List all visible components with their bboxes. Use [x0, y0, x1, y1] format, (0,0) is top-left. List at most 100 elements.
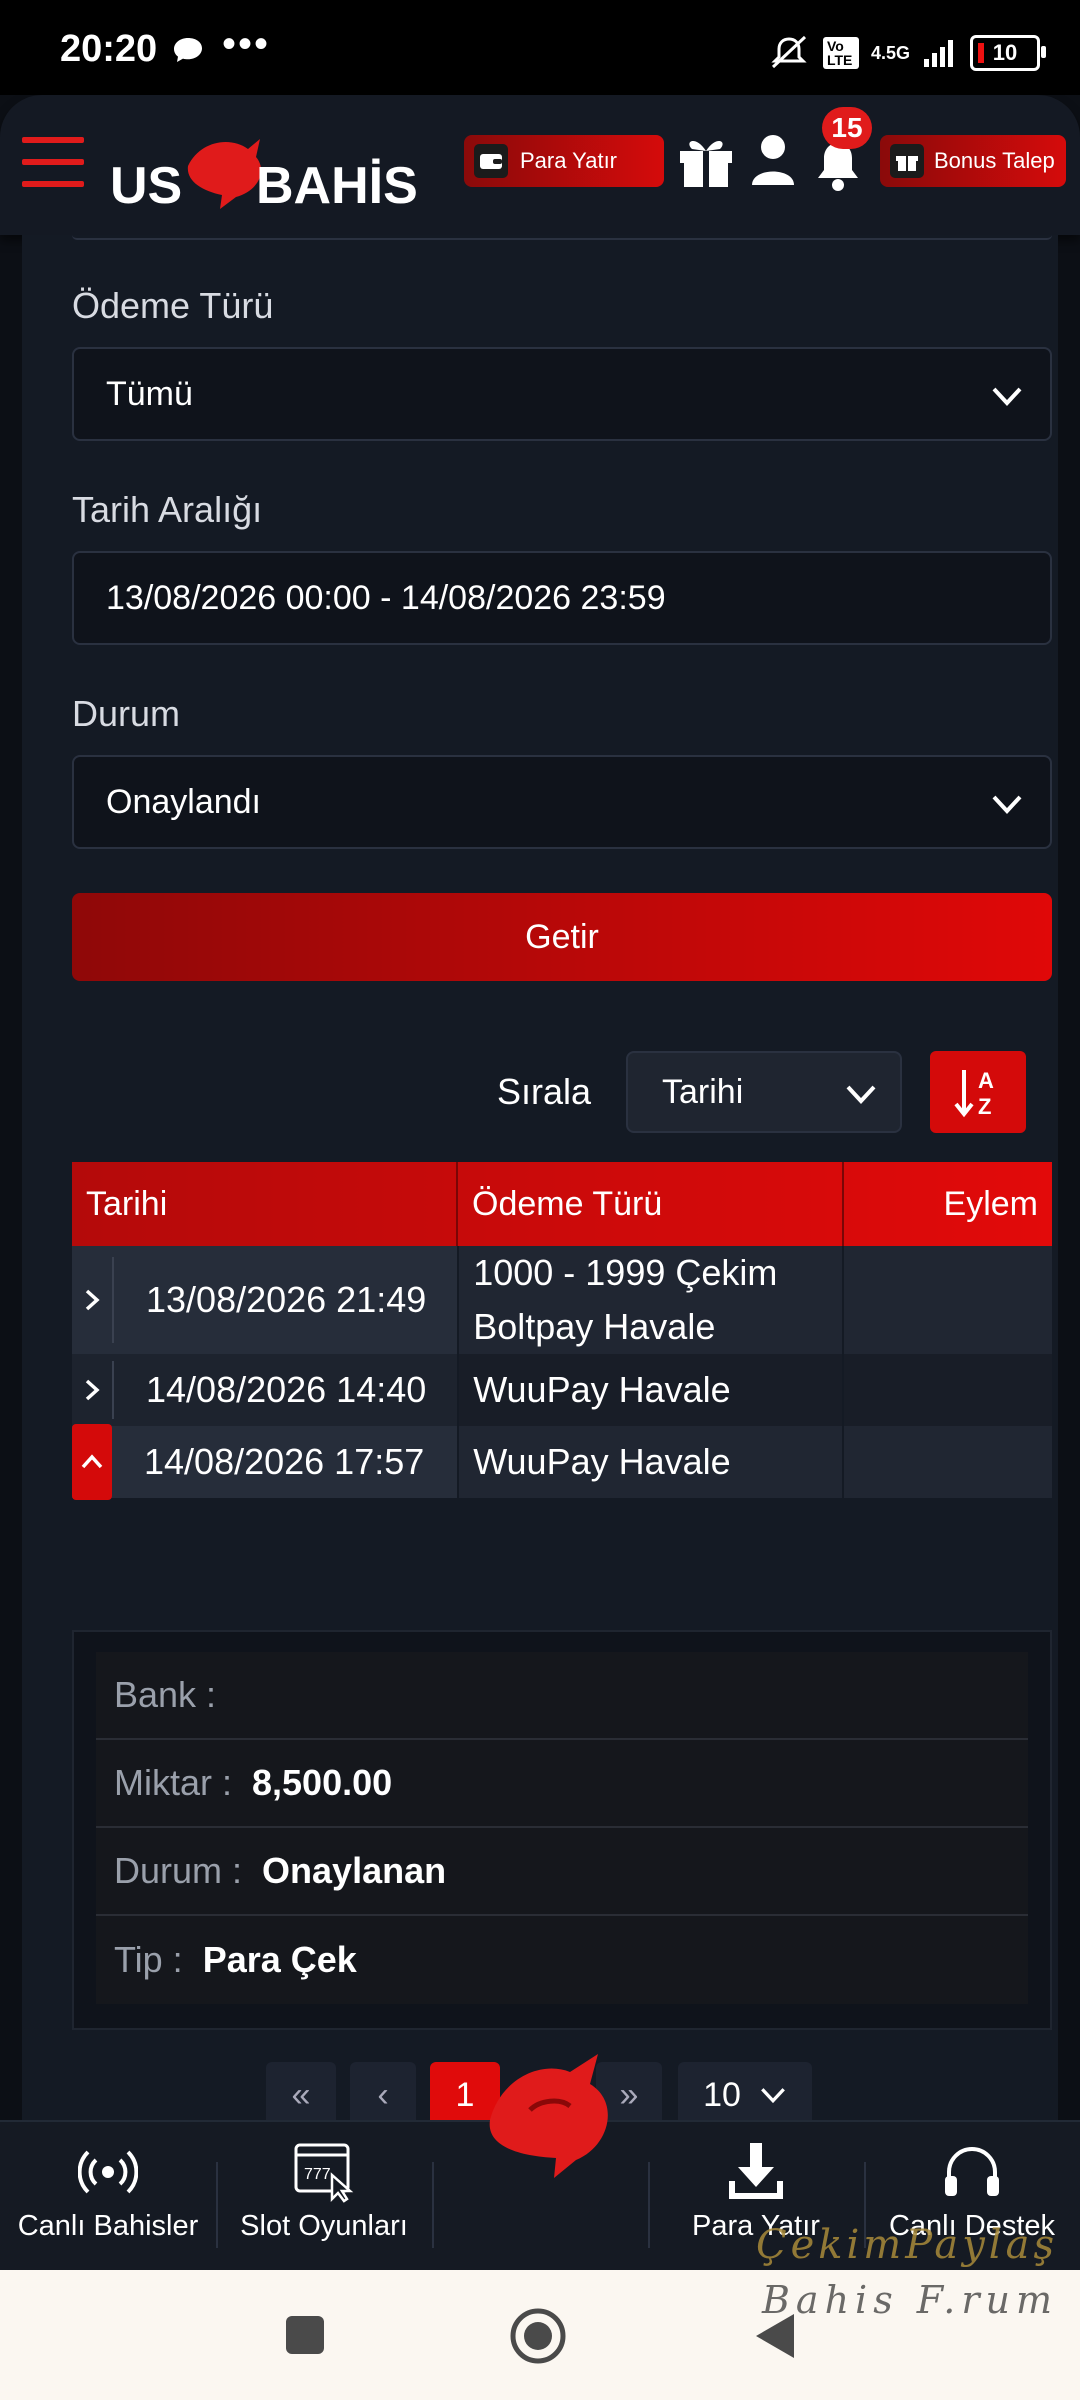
- mute-vibrate-icon: [771, 35, 807, 69]
- deposit-button[interactable]: Para Yatır: [464, 135, 664, 187]
- app-header: US BAHİS Para Yatır 15 Bonus Talep: [0, 95, 1080, 235]
- detail-type-value: Para Çek: [202, 1939, 357, 1980]
- detail-type: Tip : Para Çek: [96, 1916, 1028, 2004]
- row-action: [842, 1354, 1052, 1426]
- slot-machine-icon: 777: [294, 2143, 354, 2203]
- bonus-request-button[interactable]: Bonus Talep: [880, 135, 1066, 187]
- battery-icon: 10: [970, 35, 1046, 71]
- detail-bank-label: Bank :: [114, 1674, 217, 1715]
- first-page-button[interactable]: «: [266, 2062, 336, 2128]
- wallet-icon: [474, 144, 508, 178]
- gift-icon[interactable]: [676, 133, 736, 189]
- status-value: Onaylandı: [106, 782, 261, 821]
- fetch-button[interactable]: Getir: [72, 893, 1052, 981]
- payment-type-select[interactable]: Tümü: [72, 347, 1052, 441]
- nav-slot-games-label: Slot Oyunları: [240, 2210, 408, 2242]
- row-date: 13/08/2026 21:49: [146, 1279, 427, 1320]
- svg-text:US: US: [110, 157, 182, 211]
- table-header: Tarihi Ödeme Türü Eylem: [72, 1162, 1052, 1246]
- row-action: [842, 1426, 1052, 1498]
- network-type: 4.5G: [870, 43, 910, 63]
- home-button[interactable]: [508, 2306, 568, 2366]
- row-payment-type-line1: 1000 - 1999 Çekim: [473, 1252, 778, 1293]
- user-icon[interactable]: [750, 133, 796, 187]
- bonus-request-label: Bonus Talep: [934, 148, 1055, 173]
- status-select[interactable]: Onaylandı: [72, 755, 1052, 849]
- date-range-input[interactable]: 13/08/2026 00:00 - 14/08/2026 23:59: [72, 551, 1052, 645]
- table-row-expanded[interactable]: 14/08/2026 17:57 WuuPay Havale: [72, 1424, 1052, 1500]
- sort-az-icon: A Z: [954, 1068, 994, 1119]
- transaction-history-panel: Ödeme Türü Tümü Tarih Aralığı 13/08/2026…: [22, 235, 1058, 2120]
- watermark-line2: Bahis F.rum: [762, 2278, 1058, 2322]
- transaction-detail-panel: Bank : Miktar : 8,500.00 Durum : Onaylan…: [72, 1630, 1052, 2030]
- prev-page-button[interactable]: ‹: [350, 2062, 416, 2128]
- row-payment-type-line2: Boltpay Havale: [473, 1306, 716, 1347]
- expand-row-button[interactable]: [72, 1354, 112, 1426]
- volte-indicator: Vo LTE: [822, 37, 859, 69]
- clock: 20:20: [60, 28, 158, 70]
- detail-amount-value: 8,500.00: [252, 1762, 393, 1803]
- row-action: [842, 1246, 1052, 1354]
- detail-amount: Miktar : 8,500.00: [96, 1740, 1028, 1828]
- row-payment-type: WuuPay Havale: [457, 1426, 842, 1498]
- status-icons: Vo LTE 4.5G 10: [767, 28, 1046, 78]
- chevron-down-icon: [992, 387, 1022, 406]
- chevron-up-icon: [81, 1454, 103, 1469]
- sort-value: Tarihi: [662, 1072, 744, 1111]
- detail-bank: Bank :: [96, 1652, 1028, 1740]
- watermark-line1: ÇekimPaylaş: [756, 2222, 1058, 2268]
- chevron-right-icon: [85, 1289, 100, 1311]
- chevron-down-icon: [760, 2088, 785, 2104]
- table-row[interactable]: 14/08/2026 14:40 WuuPay Havale: [72, 1354, 1052, 1426]
- collapse-row-button[interactable]: [72, 1424, 112, 1500]
- detail-status: Durum : Onaylanan: [96, 1828, 1028, 1916]
- nav-slot-games[interactable]: 777 Slot Oyunları: [216, 2122, 432, 2272]
- row-payment-type: 1000 - 1999 Çekim Boltpay Havale: [457, 1246, 842, 1354]
- menu-icon[interactable]: [22, 137, 84, 189]
- detail-type-label: Tip :: [114, 1939, 183, 1980]
- chevron-down-icon: [846, 1085, 876, 1104]
- recents-button[interactable]: [286, 2316, 324, 2354]
- column-header-payment-type[interactable]: Ödeme Türü: [458, 1162, 844, 1246]
- live-broadcast-icon: [78, 2150, 138, 2194]
- battery-level: 10: [992, 40, 1018, 65]
- nav-divider: [432, 2162, 434, 2248]
- gift-small-icon: [890, 144, 924, 178]
- previous-field-edge: [72, 235, 1052, 240]
- transactions-table: Tarihi Ödeme Türü Eylem 13/08/2026 21:49…: [72, 1162, 1052, 1500]
- svg-text:Z: Z: [978, 1094, 991, 1119]
- page-size-value: 10: [703, 2075, 741, 2114]
- row-date: 14/08/2026 14:40: [146, 1369, 427, 1410]
- detail-amount-label: Miktar :: [114, 1762, 233, 1803]
- sort-label: Sırala: [497, 1071, 592, 1112]
- date-range-label: Tarih Aralığı: [72, 489, 263, 530]
- column-header-date[interactable]: Tarihi: [72, 1162, 458, 1246]
- nav-live-bets[interactable]: Canlı Bahisler: [0, 2122, 216, 2272]
- chat-notification-icon: [174, 38, 202, 62]
- download-icon: [729, 2143, 783, 2199]
- sort-direction-button[interactable]: A Z: [930, 1051, 1026, 1133]
- table-row[interactable]: 13/08/2026 21:49 1000 - 1999 Çekim Boltp…: [72, 1246, 1052, 1354]
- status-bar: 20:20 ••• Vo LTE 4.5G 10: [0, 0, 1080, 95]
- chevron-down-icon: [992, 795, 1022, 814]
- page-size-select[interactable]: 10: [678, 2062, 812, 2128]
- detail-status-value: Onaylanan: [262, 1850, 447, 1891]
- expand-row-button[interactable]: [72, 1246, 112, 1354]
- sort-select[interactable]: Tarihi: [626, 1051, 902, 1133]
- deposit-label: Para Yatır: [520, 148, 618, 173]
- signal-icon: [924, 40, 953, 67]
- center-bull-logo[interactable]: [470, 2050, 630, 2180]
- status-label: Durum: [72, 693, 181, 734]
- row-payment-type: WuuPay Havale: [457, 1354, 842, 1426]
- chevron-right-icon: [85, 1379, 100, 1401]
- payment-type-value: Tümü: [106, 374, 193, 413]
- brand-logo[interactable]: US BAHİS: [110, 121, 450, 211]
- more-notifications-icon: •••: [222, 22, 271, 66]
- headset-icon: [945, 2147, 999, 2196]
- detail-status-label: Durum :: [114, 1850, 243, 1891]
- date-range-value: 13/08/2026 00:00 - 14/08/2026 23:59: [106, 578, 666, 617]
- payment-type-label: Ödeme Türü: [72, 285, 274, 326]
- svg-text:777: 777: [304, 2166, 331, 2183]
- column-header-action: Eylem: [943, 1184, 1038, 1223]
- svg-text:BAHİS: BAHİS: [256, 157, 418, 211]
